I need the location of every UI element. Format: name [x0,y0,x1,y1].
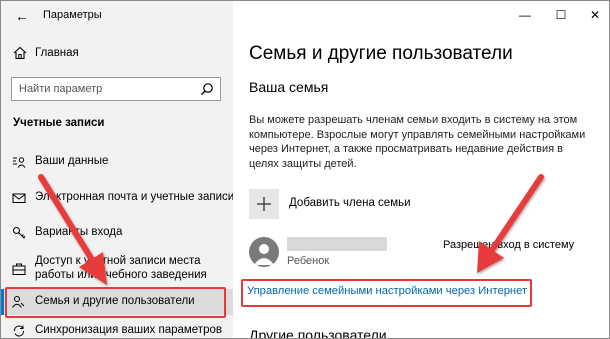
key-icon [13,227,26,239]
sidebar-item-label: Синхронизация ваших параметров [35,324,222,336]
nav-home[interactable]: Главная [1,41,233,67]
nav-home-label: Главная [35,47,79,59]
manage-family-link[interactable]: Управление семейными настройками через И… [247,285,527,297]
close-button[interactable]: ✕ [585,7,605,23]
sidebar-item-email[interactable]: Электронная почта и учетные записи [1,186,235,210]
family-member-row[interactable]: Ребенок Разрешен вход в систему [249,235,599,271]
content-pane: — ☐ ✕ Семья и другие пользователи Ваша с… [233,1,609,339]
settings-window: ← Параметры Главная Найти параметр Учетн… [0,0,610,339]
briefcase-icon [12,263,26,275]
member-name-redacted [287,237,387,251]
sidebar-item-your-info[interactable]: Ваши данные [1,150,233,174]
section-title: Ваша семья [249,79,329,95]
sync-icon [13,325,25,337]
sidebar-item-sign-in[interactable]: Варианты входа [1,221,233,245]
other-users-title: Другие пользователи [249,327,387,339]
member-role: Ребенок [287,255,330,267]
sidebar-item-family[interactable]: Семья и другие пользователи [1,289,233,315]
family-description: Вы можете разрешать членам семьи входить… [249,114,586,170]
search-icon[interactable] [200,82,214,96]
sidebar-item-label: Доступ к учетной записи места работы или… [35,255,207,281]
search-input[interactable]: Найти параметр [11,77,221,101]
people-icon [12,296,25,308]
member-status: Разрешен вход в систему [443,239,575,251]
mail-icon [12,193,26,203]
minimize-button[interactable]: — [515,7,535,23]
add-member-label: Добавить члена семьи [289,197,411,209]
sidebar-item-label: Ваши данные [35,155,109,167]
selection-indicator [1,289,4,315]
add-family-member-button[interactable]: Добавить члена семьи [249,189,549,219]
section-label: Учетные записи [13,117,105,129]
sidebar: ← Параметры Главная Найти параметр Учетн… [1,1,235,338]
page-title: Семья и другие пользователи [249,43,513,64]
avatar [249,237,279,267]
sidebar-item-sync[interactable]: Синхронизация ваших параметров [1,319,233,338]
person-card-icon [13,157,26,168]
sidebar-item-work-access[interactable]: Доступ к учетной записи места работы или… [1,252,233,286]
search-placeholder: Найти параметр [19,83,103,95]
home-icon [13,46,27,60]
title-bar: ← Параметры [1,1,233,31]
sidebar-item-label: Варианты входа [35,226,123,238]
app-title: Параметры [43,9,102,21]
plus-icon [249,189,279,219]
back-arrow-icon[interactable]: ← [11,6,33,26]
maximize-button[interactable]: ☐ [551,7,571,23]
sidebar-item-label: Электронная почта и учетные записи [35,191,235,203]
sidebar-item-label: Семья и другие пользователи [35,295,195,307]
